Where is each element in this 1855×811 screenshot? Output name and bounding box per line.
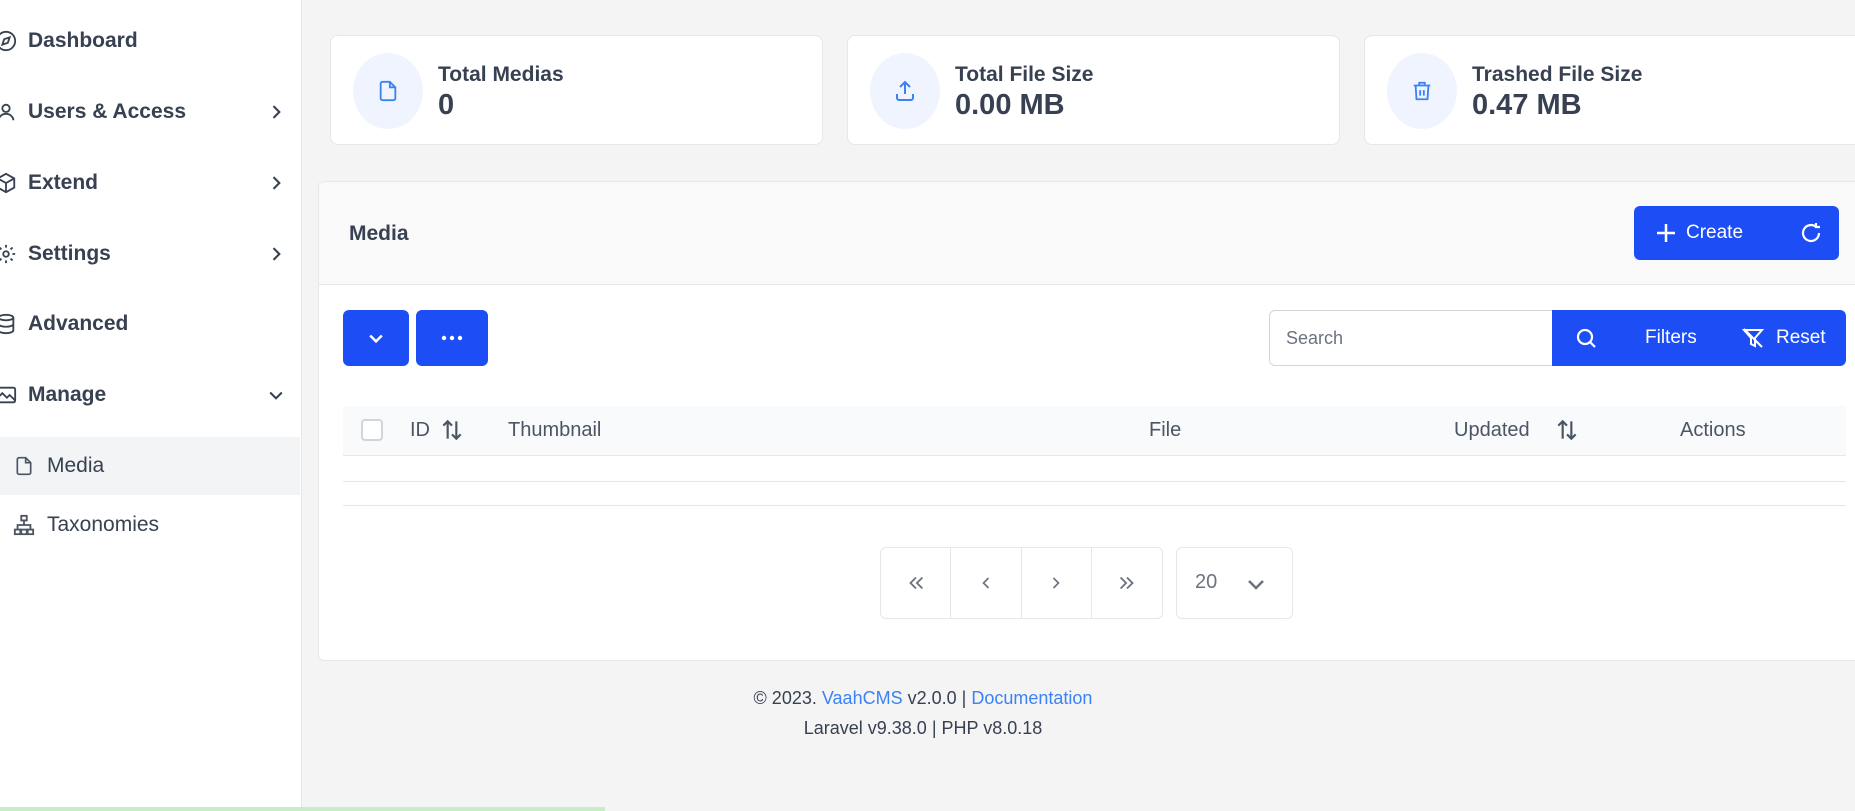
stat-card-trashed-file-size: Trashed File Size 0.47 MB xyxy=(1364,35,1855,145)
sitemap-icon xyxy=(12,513,36,537)
file-icon xyxy=(12,454,36,478)
chevron-left-icon xyxy=(982,577,989,589)
next-page-button[interactable] xyxy=(1022,548,1092,618)
first-page-button[interactable] xyxy=(881,548,952,618)
column-actions: Actions xyxy=(1680,419,1746,441)
more-actions-button[interactable] xyxy=(416,310,488,366)
column-file: File xyxy=(1149,419,1182,441)
chevron-right-icon xyxy=(272,247,281,261)
rows-per-page-value: 20 xyxy=(1195,571,1218,593)
sidebar-item-label: Advanced xyxy=(28,312,129,335)
sidebar-item-taxonomies[interactable]: Taxonomies xyxy=(0,496,300,554)
page-title: Media xyxy=(349,222,409,245)
stat-title: Total Medias xyxy=(438,63,564,86)
chevron-right-icon xyxy=(272,105,281,119)
separator: | xyxy=(931,718,937,738)
sidebar-item-label: Manage xyxy=(28,383,107,406)
footer-line-1: © 2023. VaahCMS v2.0.0 | Documentation xyxy=(318,688,1528,709)
documentation-link[interactable]: Documentation xyxy=(971,688,1092,708)
trash-icon xyxy=(1387,53,1457,129)
table-divider xyxy=(343,505,1846,506)
stat-card-total-file-size: Total File Size 0.00 MB xyxy=(847,35,1340,145)
column-id[interactable]: ID xyxy=(410,419,430,442)
reset-button[interactable]: Reset xyxy=(1776,327,1826,349)
column-thumbnail: Thumbnail xyxy=(508,419,602,441)
upload-icon xyxy=(870,53,940,129)
sidebar-item-advanced[interactable]: Advanced xyxy=(0,294,300,354)
database-icon xyxy=(0,312,18,336)
search-input[interactable] xyxy=(1269,310,1553,366)
laravel-version: Laravel v9.38.0 xyxy=(803,718,927,738)
filters-button[interactable]: Filters xyxy=(1645,327,1697,349)
plus-icon xyxy=(1657,224,1675,242)
loading-bar xyxy=(0,807,605,811)
double-chevron-right-icon xyxy=(1119,576,1134,590)
chevron-down-icon xyxy=(1248,580,1264,590)
sidebar-item-label: Users & Access xyxy=(28,100,186,123)
ellipsis-icon xyxy=(441,335,463,341)
select-all-checkbox[interactable] xyxy=(361,419,383,441)
filter-slash-icon[interactable] xyxy=(1741,326,1765,350)
sidebar-item-media[interactable]: Media xyxy=(0,437,300,495)
column-updated[interactable]: Updated xyxy=(1454,419,1530,442)
sidebar: Dashboard Users & Access Extend Settings… xyxy=(0,0,605,811)
table-header: ID Thumbnail File Updated Actions xyxy=(343,406,1846,456)
version: v2.0.0 xyxy=(907,688,957,708)
sort-icon[interactable] xyxy=(439,416,465,444)
stat-title: Total File Size xyxy=(955,63,1094,86)
pagination xyxy=(880,547,1163,619)
create-button[interactable]: Create xyxy=(1634,206,1839,260)
bulk-actions-dropdown-button[interactable] xyxy=(343,310,409,366)
refresh-icon[interactable] xyxy=(1799,221,1823,245)
separator: | xyxy=(961,688,967,708)
gear-icon xyxy=(0,242,18,266)
chevron-down-icon xyxy=(369,334,383,344)
rows-per-page-select[interactable]: 20 xyxy=(1176,547,1293,619)
sidebar-item-extend[interactable]: Extend xyxy=(0,153,300,213)
double-chevron-left-icon xyxy=(908,576,923,590)
stat-card-total-medias: Total Medias 0 xyxy=(330,35,823,145)
footer-line-2: Laravel v9.38.0 | PHP v8.0.18 xyxy=(318,718,1528,739)
sidebar-item-label: Dashboard xyxy=(28,29,138,52)
compass-icon xyxy=(0,29,18,53)
create-label: Create xyxy=(1686,222,1744,243)
vaahcms-link[interactable]: VaahCMS xyxy=(822,688,903,708)
php-version: PHP v8.0.18 xyxy=(941,718,1043,738)
images-icon xyxy=(0,383,18,407)
prev-page-button[interactable] xyxy=(951,548,1022,618)
panel-header: Media Create xyxy=(319,182,1855,285)
copyright: © 2023. xyxy=(753,688,817,708)
search-actions: Filters Reset xyxy=(1552,310,1846,366)
sidebar-item-settings[interactable]: Settings xyxy=(0,224,300,284)
user-icon xyxy=(0,100,18,124)
sidebar-item-label: Extend xyxy=(28,171,99,194)
chevron-right-icon xyxy=(272,176,281,190)
table-divider xyxy=(343,481,1846,482)
last-page-button[interactable] xyxy=(1092,548,1162,618)
sidebar-item-label: Taxonomies xyxy=(47,513,160,536)
box-icon xyxy=(0,171,18,195)
sidebar-item-label: Settings xyxy=(28,242,111,265)
file-icon xyxy=(353,53,423,129)
sidebar-item-dashboard[interactable]: Dashboard xyxy=(0,11,300,71)
sidebar-item-users-access[interactable]: Users & Access xyxy=(0,82,300,142)
sort-icon[interactable] xyxy=(1554,416,1580,444)
sidebar-item-label: Media xyxy=(47,454,105,477)
stat-value: 0.00 MB xyxy=(955,89,1065,121)
stat-value: 0.47 MB xyxy=(1472,89,1582,121)
stat-value: 0 xyxy=(438,89,455,121)
media-panel: Media Create Filters Reset ID Thumbnail … xyxy=(318,181,1855,661)
sidebar-item-manage[interactable]: Manage xyxy=(0,365,300,425)
stat-title: Trashed File Size xyxy=(1472,63,1643,86)
chevron-right-icon xyxy=(1053,577,1060,589)
search-icon[interactable] xyxy=(1574,326,1598,350)
chevron-down-icon xyxy=(269,391,283,400)
